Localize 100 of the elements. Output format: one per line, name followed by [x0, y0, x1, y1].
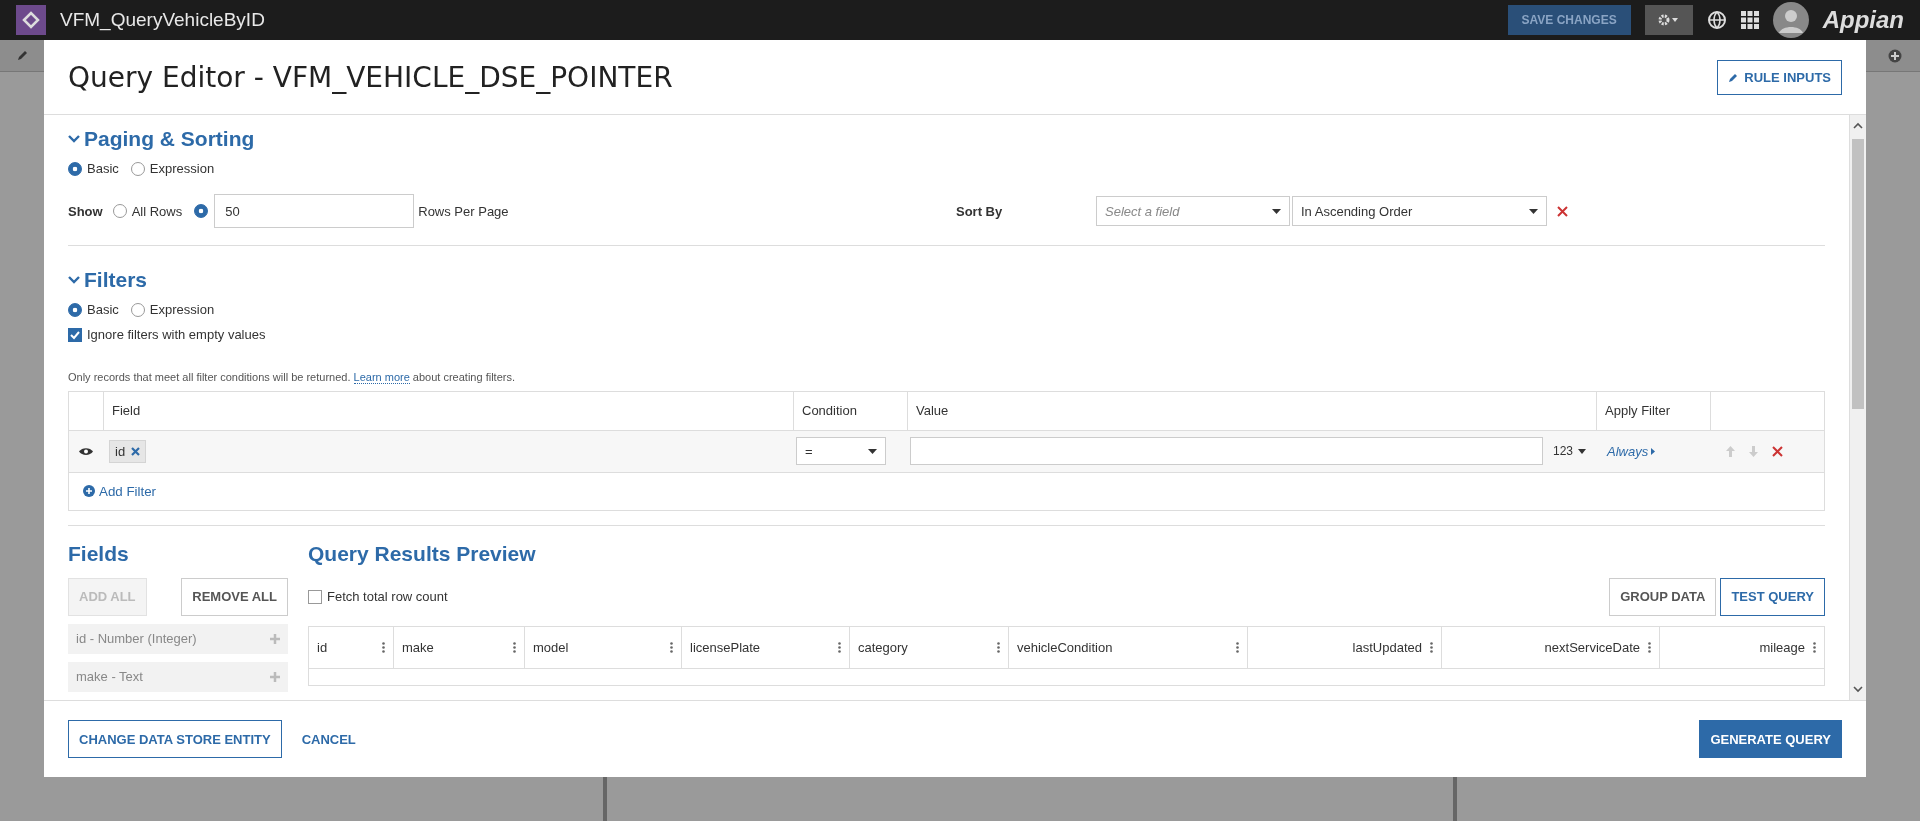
checkbox[interactable] — [68, 327, 82, 342]
section-heading[interactable]: Filters — [84, 268, 148, 292]
column-header[interactable]: mileage — [1659, 626, 1824, 669]
caret-down-icon — [868, 448, 877, 454]
condition-value: = — [805, 443, 813, 459]
panel-heading: Fields — [68, 541, 130, 566]
radio-label: Basic — [87, 302, 119, 317]
column-header[interactable]: vehicleCondition — [1008, 626, 1247, 669]
caret-right-icon — [1651, 447, 1656, 455]
column-header[interactable]: lastUpdated — [1247, 626, 1441, 669]
column-header-label: nextServiceDate — [1544, 639, 1640, 655]
more-vertical-icon — [382, 641, 385, 653]
generate-query-button[interactable]: GENERATE QUERY — [1699, 720, 1842, 758]
caret-down-icon — [1272, 208, 1281, 214]
sort-order-value: In Ascending Order — [1301, 203, 1413, 219]
more-vertical-icon — [997, 641, 1000, 653]
more-vertical-icon — [1813, 641, 1816, 653]
more-vertical-icon — [838, 641, 841, 653]
checkbox[interactable] — [308, 589, 322, 604]
column-header: Apply Filter — [1596, 391, 1710, 430]
remove-icon — [131, 446, 141, 456]
rule-inputs-button[interactable]: RULE INPUTS — [1717, 59, 1842, 95]
remove-all-button[interactable]: REMOVE ALL — [181, 577, 288, 616]
plus-icon — [270, 633, 280, 644]
more-vertical-icon — [1648, 641, 1651, 653]
arrow-down-icon — [1749, 445, 1758, 457]
add-circle-icon — [83, 485, 95, 497]
learn-more-link[interactable]: Learn more — [353, 370, 410, 384]
radio-label: All Rows — [131, 203, 183, 219]
column-header-label: model — [533, 639, 569, 655]
field-list-label: id - Number (Integer) — [76, 631, 197, 646]
rows-per-page-field[interactable]: 50 — [214, 194, 415, 228]
section-heading[interactable]: Paging & Sorting — [84, 127, 255, 151]
gear-icon — [1657, 14, 1680, 26]
eye-icon — [79, 446, 93, 456]
scrollbar[interactable] — [1849, 115, 1866, 700]
column-header: Condition — [793, 391, 907, 430]
sort-by-label: Sort By — [956, 203, 1004, 219]
panel-heading: Query Results Preview — [308, 541, 537, 566]
close-icon — [1557, 205, 1568, 217]
add-filter-button[interactable]: Add Filter — [77, 482, 163, 500]
checkbox-label: Fetch total row count — [327, 589, 448, 604]
caret-down-icon — [1578, 448, 1586, 454]
column-header[interactable]: category — [849, 626, 1008, 669]
plus-icon — [270, 671, 280, 682]
chevron-up-icon — [1853, 121, 1863, 131]
radio-button[interactable] — [112, 204, 127, 218]
column-header[interactable]: model — [524, 626, 681, 669]
grid-icon — [1740, 11, 1759, 29]
add-circle-icon — [1888, 48, 1902, 63]
close-icon — [1772, 445, 1783, 457]
radio-button[interactable] — [130, 302, 145, 317]
column-header[interactable]: make — [393, 626, 524, 669]
type-dropdown[interactable]: 123 — [1552, 444, 1586, 458]
filter-note: Only records that meet all filter conditions will be returned. Learn more about creating filters. — [68, 370, 516, 383]
settings-button[interactable] — [1644, 5, 1693, 35]
column-header: Value — [907, 391, 1596, 430]
change-data-store-entity-button[interactable]: CHANGE DATA STORE ENTITY — [68, 720, 282, 758]
radio-button[interactable] — [194, 204, 209, 218]
more-vertical-icon — [1430, 641, 1433, 653]
radio-label: Basic — [87, 161, 119, 176]
radio-button[interactable] — [130, 161, 145, 176]
globe-icon — [1706, 10, 1727, 30]
column-header-label: licensePlate — [690, 639, 761, 655]
checkbox-label: Ignore filters with empty values — [87, 327, 266, 342]
radio-label: Expression — [149, 302, 215, 317]
sort-field-dropdown[interactable]: Select a field — [1096, 196, 1290, 226]
condition-dropdown[interactable]: = — [796, 437, 886, 465]
field-list-label: make - Text — [76, 669, 143, 684]
cancel-link[interactable]: CANCEL — [295, 730, 362, 748]
radio-button[interactable] — [68, 302, 82, 317]
more-vertical-icon — [513, 641, 516, 653]
avatar-icon — [1772, 2, 1809, 38]
app-logo — [16, 5, 46, 35]
field-chip[interactable]: id — [109, 439, 147, 463]
column-header: Field — [103, 391, 793, 430]
column-header-label: mileage — [1759, 639, 1805, 655]
more-vertical-icon — [670, 641, 673, 653]
value-field[interactable] — [910, 437, 1543, 465]
test-query-button[interactable]: TEST QUERY — [1720, 577, 1825, 616]
sort-field-placeholder: Select a field — [1105, 203, 1180, 219]
brand-logo: Appian — [1822, 6, 1904, 34]
column-header-label: lastUpdated — [1352, 639, 1422, 655]
column-header-label: vehicleCondition — [1017, 639, 1113, 655]
column-header-label: make — [402, 639, 434, 655]
column-header[interactable]: licensePlate — [681, 626, 849, 669]
pencil-icon — [16, 49, 28, 62]
column-header-label: category — [858, 639, 908, 655]
column-header[interactable]: nextServiceDate — [1441, 626, 1659, 669]
more-vertical-icon — [1236, 641, 1239, 653]
radio-button[interactable] — [68, 161, 82, 176]
group-data-button[interactable]: GROUP DATA — [1609, 577, 1717, 616]
column-header[interactable]: id — [309, 626, 393, 669]
sort-order-dropdown[interactable]: In Ascending Order — [1292, 196, 1547, 226]
dialog-title: Query Editor - VFM_VEHICLE_DSE_POINTER — [68, 60, 673, 94]
caret-down-icon — [1529, 208, 1538, 214]
column-header-label: id — [317, 639, 328, 655]
field-chip-label: id — [115, 443, 126, 459]
chevron-down-icon — [1853, 684, 1863, 694]
show-label: Show — [68, 203, 103, 219]
